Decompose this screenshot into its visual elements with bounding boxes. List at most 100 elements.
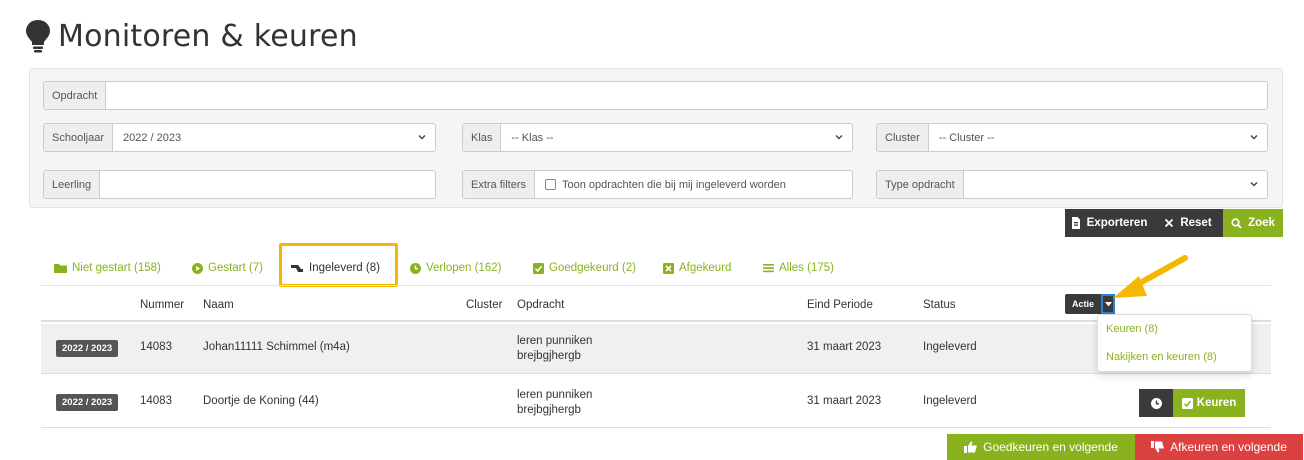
file-export-icon [1071, 217, 1080, 229]
actie-label: Actie [1065, 294, 1102, 314]
tab-alles[interactable]: Alles (175) [763, 257, 834, 279]
tab-label: Verlopen (162) [426, 262, 502, 274]
folder-icon [54, 264, 67, 273]
column-naam: Naam [203, 299, 234, 311]
row-eind-periode: 31 maart 2023 [807, 341, 882, 353]
check-square-icon [1181, 397, 1193, 409]
search-button[interactable]: Zoek [1223, 209, 1283, 237]
tab-afgekeurd[interactable]: Afgekeurd [663, 257, 731, 279]
export-label: Exporteren [1086, 217, 1148, 229]
own-submissions-checkbox[interactable] [545, 179, 557, 190]
extra-filters-label: Extra filters [463, 171, 536, 198]
type-opdracht-select[interactable] [964, 171, 1267, 198]
menu-item-keuren[interactable]: Keuren (8) [1106, 323, 1158, 335]
tab-label: Ingeleverd (8) [309, 262, 380, 274]
opdracht-label: Opdracht [44, 82, 107, 109]
cluster-value: -- Cluster -- [938, 131, 995, 144]
table-row[interactable]: 2022 / 2023 14083 Doortje de Koning (44)… [41, 378, 1271, 428]
x-square-icon [663, 262, 674, 274]
page-header: Monitoren & keuren [24, 14, 358, 58]
search-label: Zoek [1248, 217, 1275, 229]
opdracht-field[interactable] [106, 82, 1267, 109]
annotation-arrow-icon [1113, 255, 1188, 298]
column-opdracht: Opdracht [517, 299, 565, 311]
extra-filters: Extra filters Toon opdrachten die bij mi… [462, 170, 853, 199]
chevron-down-icon [418, 135, 426, 140]
thumbs-down-icon [1151, 441, 1164, 453]
menu-item-nakijken-en-keuren[interactable]: Nakijken en keuren (8) [1106, 351, 1217, 363]
approve-and-next-button[interactable]: Goedkeuren en volgende [947, 434, 1135, 460]
klas-value: -- Klas -- [511, 131, 554, 144]
export-button[interactable]: Exporteren [1065, 209, 1153, 237]
cluster-filter: Cluster -- Cluster -- [876, 123, 1268, 152]
play-circle-icon [192, 262, 203, 274]
reject-and-next-button[interactable]: Afkeuren en volgende [1135, 434, 1303, 460]
page-title: Monitoren & keuren [58, 18, 358, 54]
year-badge: 2022 / 2023 [56, 340, 119, 357]
list-icon [763, 264, 774, 273]
type-opdracht-label: Type opdracht [877, 171, 964, 198]
schooljaar-select[interactable]: 2022 / 2023 [113, 124, 435, 151]
extra-filters-field: Toon opdrachten die bij mij ingeleverd w… [535, 171, 852, 198]
cluster-label: Cluster [877, 124, 929, 151]
row-nummer: 14083 [140, 341, 172, 353]
year-badge: 2022 / 2023 [56, 394, 119, 411]
chevron-down-icon [1250, 135, 1258, 140]
column-cluster: Cluster [466, 299, 503, 311]
table-row[interactable]: 2022 / 2023 14083 Johan11111 Schimmel (m… [41, 324, 1271, 374]
leerling-field[interactable] [100, 171, 435, 198]
leerling-filter: Leerling [43, 170, 436, 199]
hand-in-icon [291, 265, 303, 272]
tab-label: Goedgekeurd (2) [549, 262, 636, 274]
row-opdracht: leren punniken brejbgjhergb [517, 388, 592, 418]
reject-label: Afkeuren en volgende [1170, 440, 1287, 454]
lightbulb-icon [26, 20, 50, 53]
approve-label: Goedkeuren en volgende [983, 440, 1118, 454]
history-button[interactable] [1139, 389, 1173, 417]
tab-gestart[interactable]: Gestart (7) [192, 257, 263, 279]
row-naam: Johan11111 Schimmel (m4a) [203, 341, 350, 353]
opdracht-input[interactable] [116, 82, 1257, 109]
row-eind-periode: 31 maart 2023 [807, 395, 882, 407]
schooljaar-filter: Schooljaar 2022 / 2023 [43, 123, 436, 152]
opdracht-title: leren punniken [517, 389, 593, 401]
tab-ingeleverd[interactable]: Ingeleverd (8) [290, 257, 380, 279]
tab-label: Alles (175) [779, 262, 834, 274]
keuren-button[interactable]: Keuren [1173, 389, 1245, 417]
row-status: Ingeleverd [923, 395, 977, 407]
tab-verlopen[interactable]: Verlopen (162) [410, 257, 501, 279]
reset-button[interactable]: Reset [1153, 209, 1223, 237]
thumbs-up-icon [964, 441, 977, 453]
klas-label: Klas [463, 124, 502, 151]
reset-label: Reset [1180, 217, 1212, 229]
tab-label: Afgekeurd [679, 262, 732, 274]
column-eind-periode: Eind Periode [807, 299, 873, 311]
chevron-down-icon [835, 135, 843, 140]
leerling-label: Leerling [44, 171, 101, 198]
search-icon [1231, 217, 1242, 229]
opdracht-subtitle: brejbgjhergb [517, 350, 581, 362]
tab-label: Niet gestart (158) [72, 262, 161, 274]
keuren-label: Keuren [1196, 397, 1237, 409]
klas-filter: Klas -- Klas -- [462, 123, 853, 152]
actie-dropdown-menu: Keuren (8) Nakijken en keuren (8) [1097, 314, 1252, 372]
tab-label: Gestart (7) [208, 262, 263, 274]
tab-goedgekeurd[interactable]: Goedgekeurd (2) [533, 257, 636, 279]
chevron-down-icon [1250, 182, 1258, 187]
status-tabs: Niet gestart (158) Gestart (7) Ingelever… [41, 250, 1271, 286]
type-opdracht-filter: Type opdracht [876, 170, 1268, 199]
row-opdracht: leren punniken brejbgjhergb [517, 334, 592, 364]
own-submissions-label[interactable]: Toon opdrachten die bij mij ingeleverd w… [562, 179, 786, 191]
column-nummer: Nummer [140, 299, 185, 311]
schooljaar-value: 2022 / 2023 [122, 131, 182, 144]
cluster-select[interactable]: -- Cluster -- [929, 124, 1267, 151]
column-status: Status [923, 299, 956, 311]
row-nummer: 14083 [140, 395, 172, 407]
clock-icon [410, 262, 421, 274]
opdracht-filter: Opdracht [43, 81, 1268, 110]
row-naam: Doortje de Koning (44) [203, 395, 319, 407]
tab-niet-gestart[interactable]: Niet gestart (158) [54, 257, 161, 279]
row-status: Ingeleverd [923, 341, 977, 353]
klas-select[interactable]: -- Klas -- [501, 124, 852, 151]
leerling-input[interactable] [110, 171, 425, 198]
